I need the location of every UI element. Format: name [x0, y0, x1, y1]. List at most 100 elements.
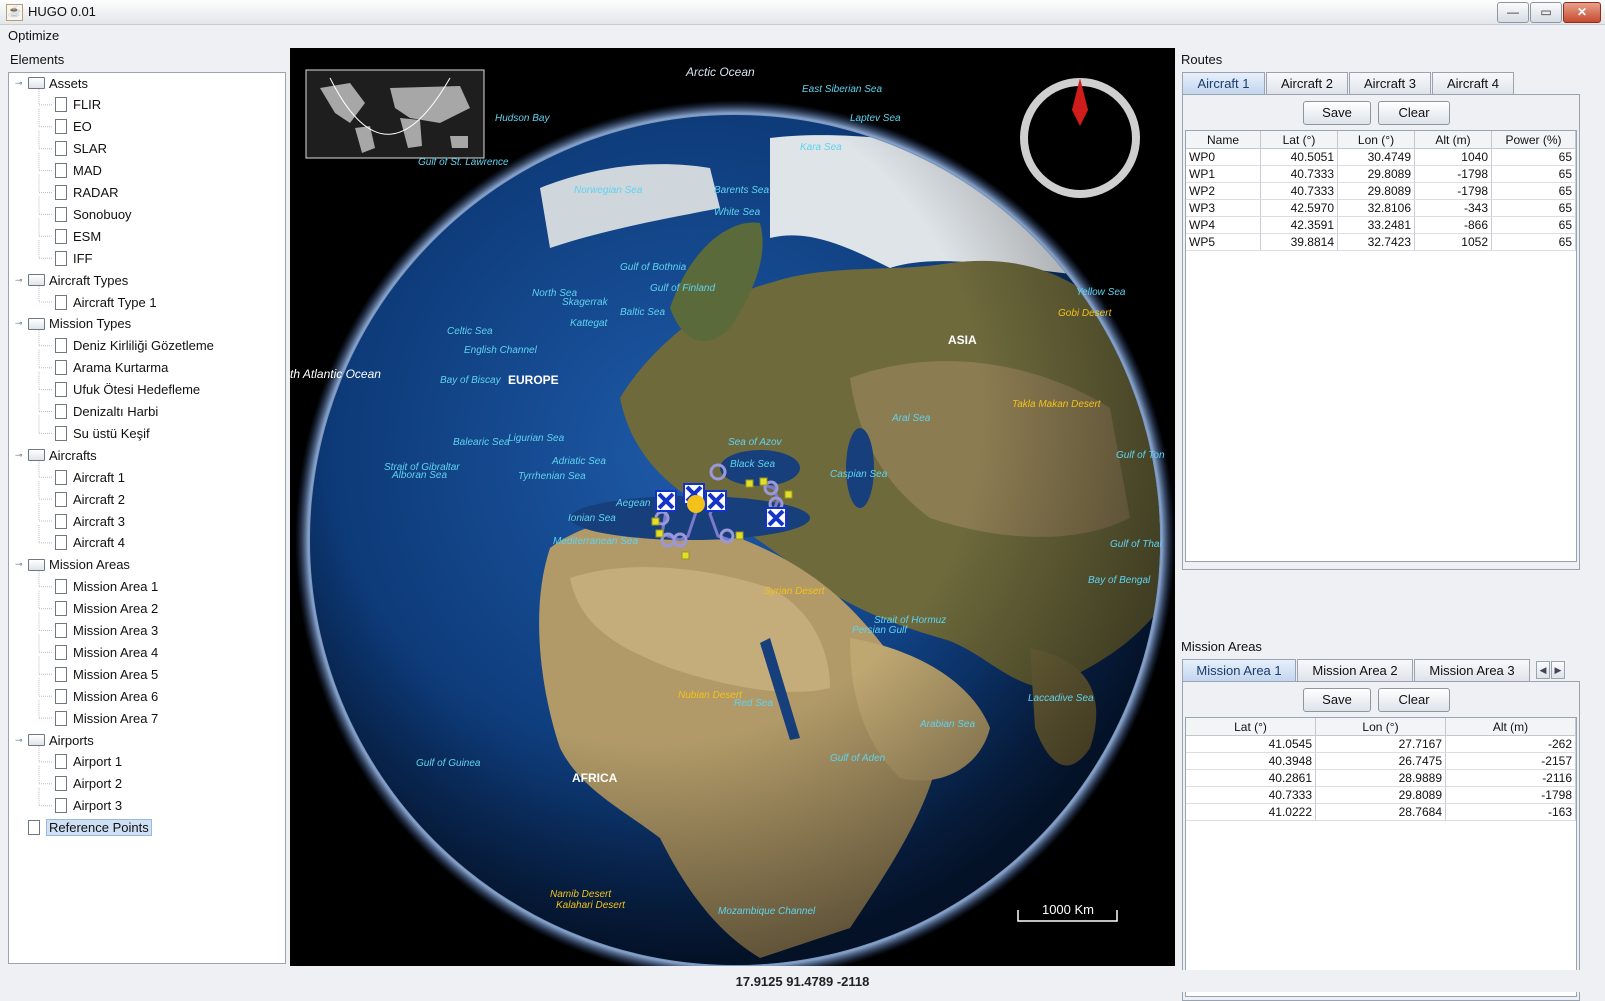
table-cell[interactable]: WP4	[1186, 217, 1261, 234]
tree-leaf[interactable]: Arama Kurtarma	[55, 358, 168, 378]
elements-tree[interactable]: ⊸ Assets FLIR EO SLAR MAD RADAR Sonobuoy ESM IFF ⊸…	[8, 72, 286, 964]
tree-leaf[interactable]: Su üstü Keşif	[55, 423, 150, 443]
column-header[interactable]: Lon (°)	[1338, 131, 1415, 149]
table-cell[interactable]: WP3	[1186, 200, 1261, 217]
table-cell[interactable]: 32.7423	[1338, 234, 1415, 251]
table-cell[interactable]: 65	[1492, 234, 1576, 251]
column-header[interactable]: Alt (m)	[1415, 131, 1492, 149]
table-cell[interactable]: 29.8089	[1338, 183, 1415, 200]
routes-clear-button[interactable]: Clear	[1378, 101, 1450, 125]
table-cell[interactable]: 65	[1492, 183, 1576, 200]
tree-leaf[interactable]: Mission Area 5	[55, 664, 158, 684]
table-cell[interactable]: 33.2481	[1338, 217, 1415, 234]
column-header[interactable]: Lat (°)	[1261, 131, 1338, 149]
tree-leaf[interactable]: Airport 1	[55, 752, 122, 772]
table-cell[interactable]: -866	[1415, 217, 1492, 234]
tab-aircraft-2[interactable]: Aircraft 2	[1266, 72, 1348, 94]
column-header[interactable]: Lon (°)	[1316, 718, 1446, 736]
expand-toggle-icon[interactable]: ⊸	[15, 319, 24, 328]
table-cell[interactable]: 28.7684	[1316, 804, 1446, 821]
table-cell[interactable]: -163	[1446, 804, 1576, 821]
tab-mission-area-3[interactable]: Mission Area 3	[1414, 659, 1530, 681]
mission-areas-table[interactable]: Lat (°) Lon (°) Alt (m) 41.0545 27.7167 -262 4…	[1185, 717, 1577, 997]
table-cell[interactable]: 29.8089	[1338, 166, 1415, 183]
table-cell[interactable]: 29.8089	[1316, 787, 1446, 804]
table-cell[interactable]: -1798	[1415, 183, 1492, 200]
tree-leaf[interactable]: Mission Area 4	[55, 642, 158, 662]
tree-leaf[interactable]: Mission Area 6	[55, 686, 158, 706]
tree-leaf[interactable]: IFF	[55, 248, 93, 268]
tree-leaf[interactable]: Sonobuoy	[55, 204, 132, 224]
tree-leaf[interactable]: FLIR	[55, 95, 101, 115]
table-cell[interactable]: 40.7333	[1261, 183, 1338, 200]
table-cell[interactable]: 41.0545	[1186, 736, 1316, 753]
table-cell[interactable]: 28.9889	[1316, 770, 1446, 787]
table-cell[interactable]: 42.3591	[1261, 217, 1338, 234]
table-cell[interactable]: 1040	[1415, 149, 1492, 166]
tree-leaf[interactable]: SLAR	[55, 139, 107, 159]
tree-leaf[interactable]: Ufuk Ötesi Hedefleme	[55, 380, 200, 400]
column-header[interactable]: Alt (m)	[1446, 718, 1576, 736]
tree-leaf[interactable]: Aircraft Type 1	[55, 292, 157, 312]
column-header[interactable]: Lat (°)	[1186, 718, 1316, 736]
table-cell[interactable]: -2116	[1446, 770, 1576, 787]
tree-leaf[interactable]: Aircraft 2	[55, 489, 125, 509]
table-cell[interactable]: -1798	[1446, 787, 1576, 804]
tree-folder[interactable]: ⊸ Airports	[15, 730, 94, 750]
tree-leaf[interactable]: Deniz Kirliliği Gözetleme	[55, 336, 214, 356]
tab-aircraft-3[interactable]: Aircraft 3	[1349, 72, 1431, 94]
table-cell[interactable]: 40.5051	[1261, 149, 1338, 166]
column-header[interactable]: Name	[1186, 131, 1261, 149]
tree-leaf[interactable]: Aircraft 3	[55, 511, 125, 531]
tree-leaf[interactable]: MAD	[55, 161, 102, 181]
tree-leaf[interactable]: Airport 3	[55, 796, 122, 816]
table-cell[interactable]: 65	[1492, 149, 1576, 166]
expand-toggle-icon[interactable]: ⊸	[15, 560, 24, 569]
table-cell[interactable]: 1052	[1415, 234, 1492, 251]
table-cell[interactable]: 30.4749	[1338, 149, 1415, 166]
tree-leaf[interactable]: Denizaltı Harbi	[55, 402, 158, 422]
table-cell[interactable]: 26.7475	[1316, 753, 1446, 770]
close-button[interactable]: ✕	[1563, 2, 1601, 23]
table-cell[interactable]: 65	[1492, 200, 1576, 217]
tree-leaf[interactable]: Mission Area 2	[55, 599, 158, 619]
globe-map-view[interactable]: 1000 Km Arctic Ocean East Siberian Sea H…	[290, 48, 1175, 966]
table-cell[interactable]: WP2	[1186, 183, 1261, 200]
expand-toggle-icon[interactable]: ⊸	[15, 735, 24, 745]
airport-marker-icon[interactable]	[687, 495, 705, 513]
table-cell[interactable]: 40.7333	[1261, 166, 1338, 183]
routes-save-button[interactable]: Save	[1303, 101, 1371, 125]
routes-table[interactable]: Name Lat (°) Lon (°) Alt (m) Power (%) WP0 40.…	[1185, 130, 1577, 562]
table-cell[interactable]: 27.7167	[1316, 736, 1446, 753]
minimize-button[interactable]: —	[1497, 2, 1529, 23]
tab-aircraft-1[interactable]: Aircraft 1	[1182, 72, 1265, 94]
table-cell[interactable]: -2157	[1446, 753, 1576, 770]
tree-leaf[interactable]: ESM	[55, 226, 101, 246]
tree-folder[interactable]: ⊸ Assets	[15, 73, 88, 93]
tab-mission-area-1[interactable]: Mission Area 1	[1182, 659, 1296, 681]
table-cell[interactable]: 41.0222	[1186, 804, 1316, 821]
mission-save-button[interactable]: Save	[1303, 688, 1371, 712]
table-cell[interactable]: 39.8814	[1261, 234, 1338, 251]
tree-leaf[interactable]: Mission Area 7	[55, 708, 158, 728]
tree-leaf[interactable]: Mission Area 3	[55, 621, 158, 641]
table-cell[interactable]: 42.5970	[1261, 200, 1338, 217]
table-cell[interactable]: 32.8106	[1338, 200, 1415, 217]
tree-folder[interactable]: ⊸ Aircrafts	[15, 445, 97, 465]
menu-optimize[interactable]: Optimize	[8, 28, 59, 43]
mission-clear-button[interactable]: Clear	[1378, 688, 1450, 712]
tree-leaf[interactable]: Aircraft 1	[55, 467, 125, 487]
tree-leaf[interactable]: Mission Area 1	[55, 577, 158, 597]
tree-folder[interactable]: ⊸ Mission Areas	[15, 555, 130, 575]
table-cell[interactable]: WP5	[1186, 234, 1261, 251]
tabs-scroll-left-icon[interactable]: ◀	[1536, 661, 1550, 679]
table-cell[interactable]: -343	[1415, 200, 1492, 217]
tabs-scroll-right-icon[interactable]: ▶	[1551, 661, 1565, 679]
expand-toggle-icon[interactable]: ⊸	[15, 275, 24, 285]
table-cell[interactable]: 40.3948	[1186, 753, 1316, 770]
tree-leaf[interactable]: Airport 2	[55, 774, 122, 794]
tree-folder[interactable]: ⊸ Aircraft Types	[15, 270, 128, 290]
tab-mission-area-2[interactable]: Mission Area 2	[1297, 659, 1413, 681]
table-cell[interactable]: -262	[1446, 736, 1576, 753]
tree-item[interactable]: Reference Points	[15, 818, 152, 838]
